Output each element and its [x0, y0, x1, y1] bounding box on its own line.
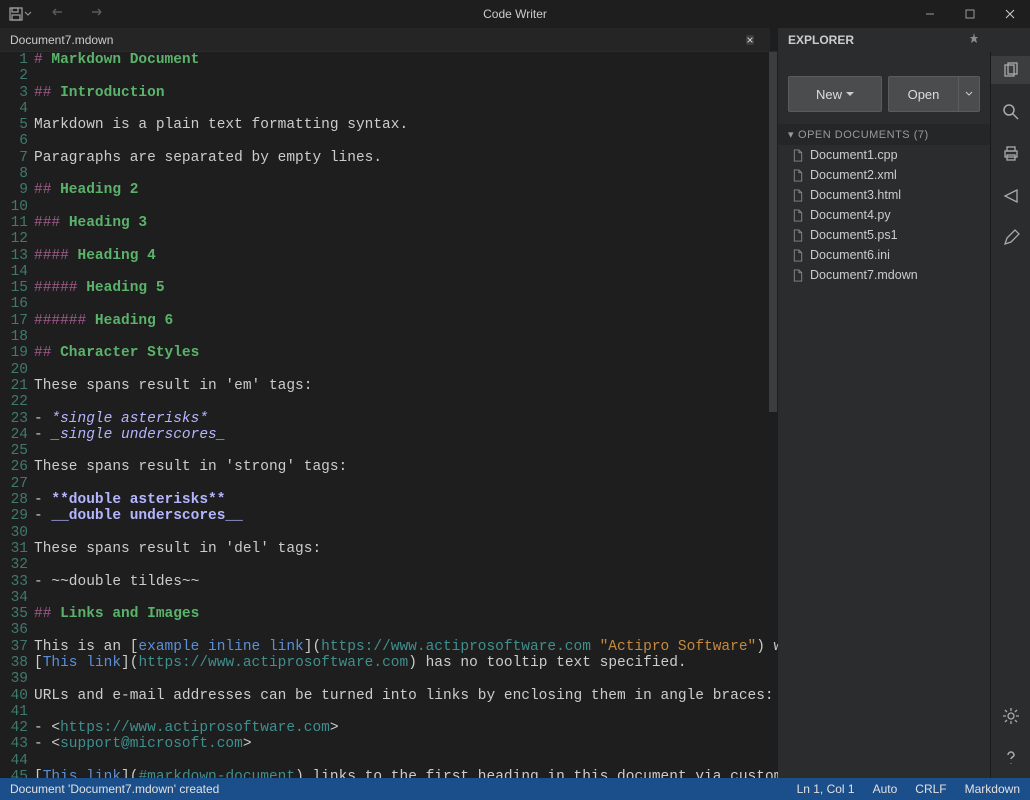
scrollbar-thumb[interactable] [769, 52, 777, 412]
edit-icon[interactable] [991, 224, 1030, 252]
redo-button[interactable] [86, 5, 104, 24]
statusbar: Document 'Document7.mdown' created Ln 1,… [0, 778, 1030, 800]
document-tab[interactable]: Document7.mdown [0, 28, 770, 51]
document-item[interactable]: Document3.html [778, 185, 990, 205]
document-list: Document1.cpp Document2.xml Document3.html… [778, 145, 990, 285]
code-area[interactable]: # Markdown Document ## Introduction Mark… [34, 52, 778, 778]
new-button[interactable]: New [788, 76, 882, 112]
open-dropdown[interactable] [958, 76, 980, 112]
document-item[interactable]: Document6.ini [778, 245, 990, 265]
status-message: Document 'Document7.mdown' created [10, 782, 797, 796]
open-button[interactable]: Open [888, 76, 958, 112]
explorer-title: EXPLORER [788, 33, 854, 47]
explorer-header: EXPLORER [778, 28, 990, 52]
explorer-panel: New Open ▾ OPEN DOCUMENTS (7) Document1.… [778, 52, 990, 778]
documents-icon[interactable] [991, 56, 1030, 84]
share-icon[interactable] [991, 182, 1030, 210]
document-name: Document6.ini [810, 248, 890, 262]
sidebar [990, 52, 1030, 778]
search-icon[interactable] [991, 98, 1030, 126]
tab-label: Document7.mdown [10, 33, 113, 47]
document-name: Document5.ps1 [810, 228, 898, 242]
minimize-button[interactable] [910, 0, 950, 28]
code-editor[interactable]: 1234567891011121314151617181920212223242… [0, 52, 778, 778]
document-name: Document3.html [810, 188, 901, 202]
open-documents-header[interactable]: ▾ OPEN DOCUMENTS (7) [778, 124, 990, 145]
document-name: Document7.mdown [810, 268, 918, 282]
document-name: Document1.cpp [810, 148, 898, 162]
document-item[interactable]: Document7.mdown [778, 265, 990, 285]
settings-icon[interactable] [991, 702, 1030, 730]
save-button[interactable] [8, 6, 32, 22]
document-item[interactable]: Document1.cpp [778, 145, 990, 165]
document-item[interactable]: Document2.xml [778, 165, 990, 185]
close-window-button[interactable] [990, 0, 1030, 28]
undo-button[interactable] [50, 5, 68, 24]
titlebar: Code Writer [0, 0, 1030, 28]
help-icon[interactable] [991, 744, 1030, 772]
document-name: Document2.xml [810, 168, 897, 182]
document-item[interactable]: Document5.ps1 [778, 225, 990, 245]
line-ending[interactable]: CRLF [915, 782, 946, 796]
print-icon[interactable] [991, 140, 1030, 168]
tab-close-button[interactable] [746, 33, 760, 47]
maximize-button[interactable] [950, 0, 990, 28]
app-title: Code Writer [483, 7, 547, 21]
pin-icon[interactable] [968, 33, 980, 48]
document-item[interactable]: Document4.py [778, 205, 990, 225]
language-mode[interactable]: Markdown [965, 782, 1020, 796]
tabbar: Document7.mdown [0, 28, 778, 52]
encoding[interactable]: Auto [873, 782, 898, 796]
vertical-scrollbar[interactable] [768, 52, 778, 778]
chevron-down-icon: ▾ [788, 128, 794, 141]
document-name: Document4.py [810, 208, 891, 222]
line-gutter: 1234567891011121314151617181920212223242… [0, 52, 34, 778]
cursor-position[interactable]: Ln 1, Col 1 [797, 782, 855, 796]
